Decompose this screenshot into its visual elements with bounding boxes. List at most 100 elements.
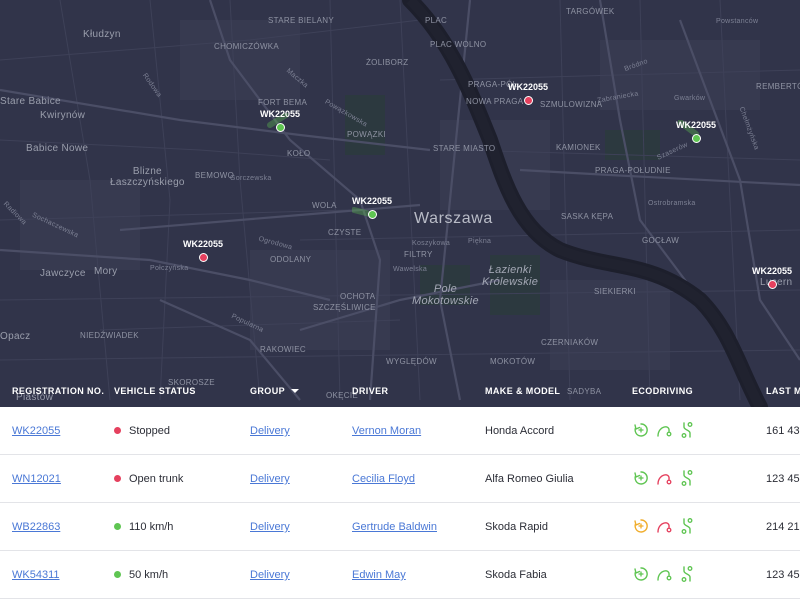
vehicle-status-text: 110 km/h [129, 521, 174, 533]
map-label: Powstanców [716, 18, 759, 25]
registration-link[interactable]: WB22863 [12, 521, 60, 533]
map-label: Mory [94, 266, 118, 277]
eco-acceleration-icon[interactable] [632, 469, 650, 487]
eco-cornering-icon[interactable] [655, 421, 673, 439]
map-label: FORT BEMA [258, 98, 308, 107]
column-header-vehicle-status[interactable]: VEHICLE STATUS [114, 386, 196, 396]
map-label: MOKOTÓW [490, 357, 536, 366]
driver-link[interactable]: Vernon Moran [352, 425, 421, 437]
map-road-label: Gorczewska [230, 175, 272, 182]
vehicle-status-dot [276, 123, 285, 132]
map-label: SIEKIERKI [594, 287, 636, 296]
map-label: TARGÓWEK [566, 7, 615, 16]
last-value: 123 45 [766, 569, 800, 581]
driver-link[interactable]: Edwin May [352, 569, 406, 581]
eco-route-icon[interactable] [678, 517, 696, 535]
eco-cornering-icon[interactable] [655, 469, 673, 487]
vehicle-status-text: Stopped [129, 425, 170, 437]
map-label: Stare Babice [0, 96, 61, 107]
status-dot [114, 427, 121, 434]
registration-link[interactable]: WK22055 [12, 425, 60, 437]
vehicle-marker-label: WK22055 [507, 82, 549, 92]
driver-link[interactable]: Gertrude Baldwin [352, 521, 437, 533]
make-model: Skoda Rapid [485, 521, 548, 533]
registration-link[interactable]: WK54311 [12, 569, 60, 581]
caret-down-icon[interactable] [291, 389, 300, 393]
eco-route-icon[interactable] [678, 421, 696, 439]
map-label: PRAGA-POŁUDNIE [595, 166, 671, 175]
group-link[interactable]: Delivery [250, 473, 290, 485]
map-label: Łazienki Królewskie [482, 264, 539, 288]
driver-link[interactable]: Cecilia Floyd [352, 473, 415, 485]
vehicle-marker-label: WK22055 [675, 120, 717, 130]
vehicle-status-text: 50 km/h [129, 569, 169, 581]
vehicle-status-dot [692, 134, 701, 143]
vehicle-table: WK22055 Stopped Delivery Vernon Moran Ho… [0, 407, 800, 599]
map-label: CZYSTE [328, 228, 362, 237]
table-header: REGISTRATION NO. VEHICLE STATUS GROUP DR… [0, 378, 800, 407]
group-link[interactable]: Delivery [250, 521, 290, 533]
eco-acceleration-icon[interactable] [632, 517, 650, 535]
vehicle-marker-label: WK22055 [182, 239, 224, 249]
map-label: NOWA PRAGA [466, 97, 524, 106]
map-label: NIEDŹWIADEK [80, 331, 139, 340]
map-road-label: Wawelska [393, 266, 428, 273]
map-road-label: Piękna [468, 238, 492, 245]
column-header-ecodriving[interactable]: ECODRIVING [632, 386, 693, 396]
vehicle-status-dot [524, 96, 533, 105]
group-link[interactable]: Delivery [250, 425, 290, 437]
map-label: SZMULOWIZNA [540, 100, 603, 109]
table-row[interactable]: WN12021 Open trunk Delivery Cecilia Floy… [0, 455, 800, 503]
eco-route-icon[interactable] [678, 469, 696, 487]
map-label: POWĄZKI [347, 130, 386, 139]
map-label: SZCZĘŚLIWICE [313, 303, 376, 312]
map-road-label: Połczyńska [150, 265, 189, 272]
map-label: ODOLANY [270, 255, 312, 264]
column-header-make-model[interactable]: MAKE & MODEL [485, 386, 560, 396]
map-label: REMBERTÓW [756, 82, 800, 91]
table-row[interactable]: WK54311 50 km/h Delivery Edwin May Skoda… [0, 551, 800, 599]
eco-cornering-icon[interactable] [655, 517, 673, 535]
map-label: Pole Mokotowskie [412, 283, 479, 307]
column-header-registration[interactable]: REGISTRATION NO. [12, 386, 104, 396]
eco-cornering-icon[interactable] [655, 565, 673, 583]
table-row[interactable]: WB22863 110 km/h Delivery Gertrude Baldw… [0, 503, 800, 551]
eco-route-icon[interactable] [678, 565, 696, 583]
map-label: Jawczyce [40, 268, 86, 279]
map-road-label: Gwarków [674, 95, 706, 102]
column-header-group-label: GROUP [250, 386, 286, 396]
group-link[interactable]: Delivery [250, 569, 290, 581]
map-label: Kłudzyn [83, 29, 121, 40]
map-label: GOCŁAW [642, 236, 680, 245]
column-header-driver[interactable]: DRIVER [352, 386, 388, 396]
map-label: Babice Nowe [26, 143, 89, 154]
map-label: Blizne Łaszczyńskiego [110, 166, 185, 188]
eco-acceleration-icon[interactable] [632, 421, 650, 439]
status-dot [114, 571, 121, 578]
vehicle-marker-label: WK22055 [751, 266, 793, 276]
vehicle-status-text: Open trunk [129, 473, 184, 485]
registration-link[interactable]: WN12021 [12, 473, 61, 485]
status-dot [114, 475, 121, 482]
make-model: Alfa Romeo Giulia [485, 473, 574, 485]
vehicle-status: Open trunk [114, 473, 183, 485]
vehicle-status: 50 km/h [114, 569, 168, 581]
vehicle-status-dot [199, 253, 208, 262]
table-row[interactable]: WK22055 Stopped Delivery Vernon Moran Ho… [0, 407, 800, 455]
column-header-last[interactable]: LAST M [766, 386, 800, 396]
map-label: KAMIONEK [556, 143, 601, 152]
map-label: OCHOTA [340, 292, 376, 301]
map-label: STARE MIASTO [433, 144, 496, 153]
column-header-group[interactable]: GROUP [250, 386, 300, 396]
map-label: SASKA KĘPA [561, 212, 614, 221]
map-label: PLAC [425, 16, 448, 25]
map-label: STARE BIELANY [268, 16, 334, 25]
map-label: Opacz [0, 331, 31, 342]
map-label: KOŁO [287, 149, 311, 158]
map-label: WOLA [312, 201, 337, 210]
map-city-label: Warszawa [414, 210, 493, 227]
eco-acceleration-icon[interactable] [632, 565, 650, 583]
last-value: 161 43 [766, 425, 800, 437]
fleet-map[interactable]: STARE BIELANY CHOMICZÓWKA ŻOLIBORZ PLAC … [0, 0, 800, 407]
make-model: Honda Accord [485, 425, 555, 437]
